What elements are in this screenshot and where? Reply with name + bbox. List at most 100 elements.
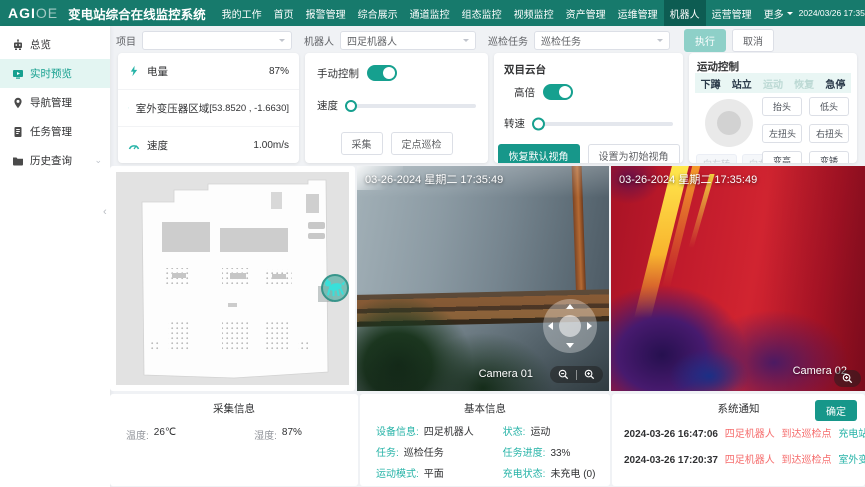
camera1-zoom-controls — [550, 366, 603, 383]
ptz-left-arrow[interactable] — [548, 322, 553, 330]
confirm-button[interactable]: 确定 — [815, 400, 857, 421]
gimbal-speed-slider-knob[interactable] — [532, 117, 545, 130]
speed-row: 速度 1.00m/s — [118, 127, 299, 163]
manual-speed-slider[interactable] — [348, 104, 476, 108]
info-panels-row: 采集信息 温度: 26℃ 湿度: 87% 基本信息 设备信息:四足机器人 状态:… — [110, 394, 865, 486]
joystick-pad[interactable] — [705, 99, 753, 147]
set-initial-view-button[interactable]: 设置为初始视角 — [588, 144, 680, 163]
gimbal-title: 双目云台 — [504, 62, 673, 77]
nav-channel[interactable]: 通道监控 — [404, 0, 456, 26]
main-content: 项目 机器人 四足机器人 巡检任务 巡检任务 执行 取消 电量 87% — [110, 26, 865, 487]
collect-button[interactable]: 采集 — [341, 132, 383, 155]
zoom-in-icon[interactable] — [842, 373, 853, 384]
app-title: 变电站综合在线监控系统 — [68, 4, 206, 23]
sidebar-item-live-preview[interactable]: 实时预览 — [0, 59, 110, 88]
manual-control-card: 手动控制 速度 采集 定点巡检 — [305, 53, 488, 163]
gimbal-zoom-label: 高倍 — [514, 85, 535, 100]
project-select[interactable] — [142, 31, 292, 50]
battery-value: 87% — [269, 66, 289, 77]
sidebar-item-label: 导航管理 — [30, 95, 72, 110]
ptz-up-arrow[interactable] — [566, 304, 574, 309]
filter-bar: 项目 机器人 四足机器人 巡检任务 巡检任务 执行 取消 — [110, 26, 865, 51]
execute-button[interactable]: 执行 — [684, 29, 726, 52]
nav-scada[interactable]: 组态监控 — [456, 0, 508, 26]
motion-control-card: 运动控制 下蹲 站立 运动 恢复 急停 向左转 向右转 抬头 低头 左扭头 右扭… — [689, 53, 857, 163]
zoom-in-icon[interactable] — [584, 369, 595, 380]
nav-home[interactable]: 首页 — [268, 0, 300, 26]
sidebar-item-history[interactable]: 历史查询 ⌄ — [0, 146, 110, 175]
lidar-map[interactable] — [116, 172, 349, 385]
sidebar-item-navigation[interactable]: 导航管理 — [0, 88, 110, 117]
robot-icon — [12, 39, 24, 51]
app-logo: AGIOE — [8, 5, 58, 21]
sidebar-collapse-handle[interactable]: ‹ — [103, 206, 107, 218]
robot-select[interactable]: 四足机器人 — [340, 31, 476, 50]
camera1-ptz-pad[interactable] — [543, 299, 597, 353]
mode-crouch[interactable]: 下蹲 — [701, 76, 721, 91]
nav-assets[interactable]: 资产管理 — [560, 0, 612, 26]
sidebar-item-tasks[interactable]: 任务管理 — [0, 117, 110, 146]
task-field: 任务:巡检任务 — [376, 444, 503, 459]
speed-value: 1.00m/s — [253, 140, 289, 151]
charge-state-field: 充电状态:未充电 (0) — [503, 465, 610, 480]
nav-operation[interactable]: 运营管理 — [706, 0, 758, 26]
mode-stand[interactable]: 站立 — [732, 76, 752, 91]
header-datetime: 2024/03/26 17:35:49 — [799, 8, 865, 18]
turn-head-left-button[interactable]: 左扭头 — [762, 124, 802, 143]
location-pin-icon — [128, 102, 129, 114]
media-row: 03-26-2024 星期二 17:35:49 Camera 01 — [110, 166, 865, 391]
nav-display[interactable]: 综合展示 — [352, 0, 404, 26]
height-up-button[interactable]: 变高 — [762, 151, 802, 163]
battery-icon — [128, 65, 140, 77]
point-patrol-button[interactable]: 定点巡检 — [391, 132, 453, 155]
patrol-task-select[interactable]: 巡检任务 — [534, 31, 670, 50]
sidebar-item-overview[interactable]: 总览 — [0, 30, 110, 59]
ptz-down-arrow[interactable] — [566, 343, 574, 348]
reset-view-button[interactable]: 恢复默认视角 — [498, 144, 580, 163]
manual-control-toggle[interactable] — [367, 65, 397, 81]
temperature-value: 26℃ — [154, 427, 176, 442]
nav-my-work[interactable]: 我的工作 — [216, 0, 268, 26]
head-down-button[interactable]: 低头 — [809, 97, 849, 116]
task-icon — [12, 126, 24, 138]
mode-emergency-stop[interactable]: 急停 — [825, 76, 845, 91]
state-field: 状态:运动 — [503, 423, 610, 438]
patrol-task-label: 巡检任务 — [488, 33, 528, 48]
camera2-thermal-feed: 03-26-2024 星期二 17:35:49 Camera 02 — [611, 166, 865, 391]
sidebar-item-label: 任务管理 — [30, 124, 72, 139]
preview-icon — [12, 68, 24, 80]
binocular-gimbal-card: 双目云台 高倍 转速 恢复默认视角 设置为初始视角 — [494, 53, 683, 163]
humidity-label: 湿度: — [254, 427, 277, 442]
sidebar-item-label: 历史查询 — [30, 153, 72, 168]
camera2-zoom-controls — [834, 370, 861, 387]
nav-robot[interactable]: 机器人 — [664, 0, 706, 26]
ptz-center-button[interactable] — [559, 315, 581, 337]
nav-maintenance[interactable]: 运维管理 — [612, 0, 664, 26]
device-field: 设备信息:四足机器人 — [376, 423, 503, 438]
gimbal-speed-label: 转速 — [504, 116, 525, 131]
notification-item: 2024-03-26 17:20:37 四足机器人 到达巡检点 室外变压器区域 — [624, 451, 865, 466]
nav-alarm[interactable]: 报警管理 — [300, 0, 352, 26]
turn-head-right-button[interactable]: 右扭头 — [809, 124, 849, 143]
nav-more[interactable]: 更多 — [758, 0, 799, 26]
chevron-down-icon — [657, 39, 663, 45]
gimbal-speed-slider[interactable] — [535, 122, 673, 126]
height-down-button[interactable]: 变矮 — [809, 151, 849, 163]
joystick-knob[interactable] — [717, 111, 741, 135]
chevron-down-icon — [279, 39, 285, 45]
rotate-left-button: 向左转 — [696, 154, 737, 163]
manual-speed-slider-knob[interactable] — [345, 100, 357, 112]
temperature-label: 温度: — [126, 427, 149, 442]
speedometer-icon — [128, 140, 140, 152]
gimbal-zoom-toggle[interactable] — [543, 84, 573, 100]
zoom-out-icon[interactable] — [558, 369, 569, 380]
cancel-button[interactable]: 取消 — [732, 29, 774, 52]
ptz-right-arrow[interactable] — [587, 322, 592, 330]
nav-video[interactable]: 视频监控 — [508, 0, 560, 26]
head-up-button[interactable]: 抬头 — [762, 97, 802, 116]
manual-speed-label: 速度 — [317, 98, 338, 113]
basic-info-panel: 基本信息 设备信息:四足机器人 状态:运动 任务:巡检任务 任务进度:33% 运… — [360, 394, 610, 486]
sidebar: 总览 实时预览 导航管理 任务管理 历史查询 ⌄ — [0, 26, 110, 487]
motion-mode-field: 运动模式:平面 — [376, 465, 503, 480]
mode-move: 运动 — [763, 76, 783, 91]
